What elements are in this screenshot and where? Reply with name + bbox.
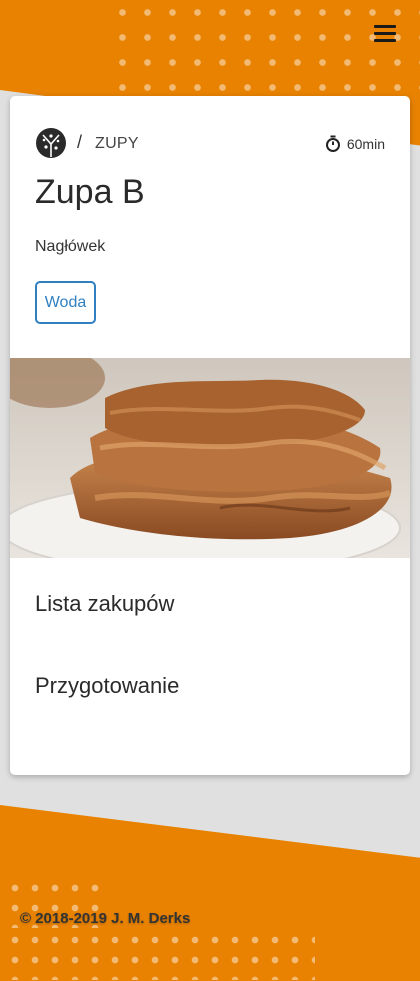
recipe-photo (10, 358, 410, 558)
cooking-time-value: 60min (346, 135, 385, 152)
breadcrumb-separator: / (77, 132, 83, 152)
ingredient-tag-button[interactable]: Woda (35, 281, 96, 324)
breadcrumb-category[interactable]: ZUPY (95, 135, 139, 153)
footer-dot-pattern-row (5, 930, 315, 980)
recipe-header: / ZUPY 60min Zupa B Nagłówek Woda (10, 96, 410, 358)
stopwatch-icon (325, 135, 340, 152)
footer-copyright: © 2018-2019 J. M. Derks (20, 910, 191, 927)
preparation-heading: Przygotowanie (35, 673, 180, 698)
hamburger-menu-icon[interactable] (372, 22, 398, 44)
shopping-list-heading: Lista zakupów (35, 591, 175, 616)
cooking-time: 60min (325, 135, 385, 152)
recipe-title: Zupa B (35, 173, 145, 211)
recipe-card: / ZUPY 60min Zupa B Nagłówek Woda Lista … (10, 96, 410, 775)
pizza-icon (36, 128, 66, 158)
recipe-subtitle: Nagłówek (35, 238, 106, 255)
header-dot-pattern (110, 0, 420, 100)
